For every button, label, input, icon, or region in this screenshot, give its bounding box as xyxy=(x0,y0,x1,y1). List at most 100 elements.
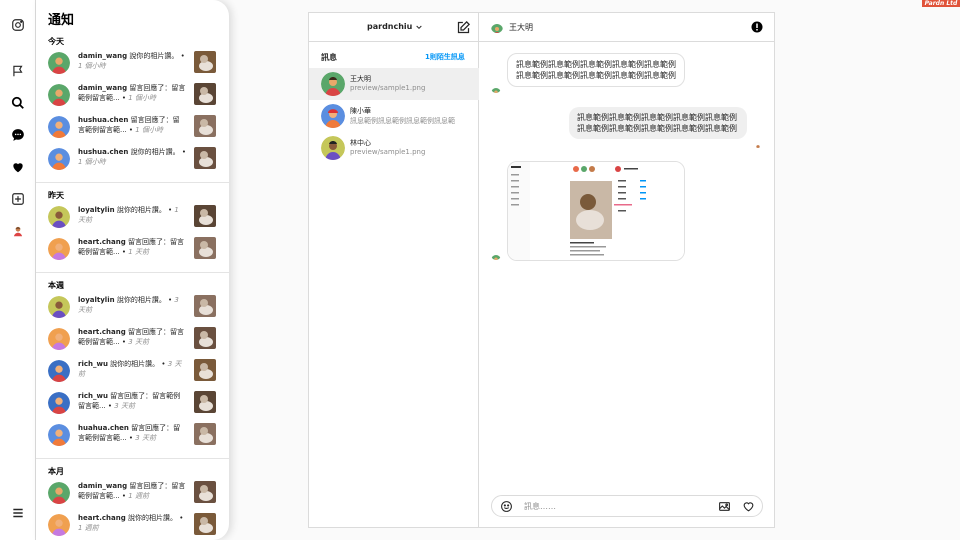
messenger-window: pardnchiu 訊息 1則陌生訊息 王大明 preview/sample1.… xyxy=(308,12,775,528)
heart-icon[interactable] xyxy=(742,500,755,513)
notification-time: 1 週前 xyxy=(128,492,149,500)
notification-text: damin_wang 說你的相片讚。 • 1 個小時 xyxy=(78,52,185,70)
notification-username[interactable]: loyaltylin xyxy=(78,296,115,304)
avatar xyxy=(321,72,345,96)
compose-icon[interactable] xyxy=(456,20,471,35)
notification-username[interactable]: damin_wang xyxy=(78,84,127,92)
image-upload-icon[interactable] xyxy=(718,500,731,513)
notification-username[interactable]: hushua.chen xyxy=(78,148,128,156)
section-divider xyxy=(36,182,229,183)
section-divider xyxy=(36,272,229,273)
conversation-item[interactable]: 陳小華 訊息範例訊息範例訊息範例訊息範 xyxy=(309,100,479,132)
message-input[interactable] xyxy=(524,499,704,513)
screenshot-preview-image xyxy=(508,162,684,260)
post-thumbnail[interactable] xyxy=(194,513,216,535)
notification-time: 1 天前 xyxy=(128,248,149,256)
post-thumbnail[interactable] xyxy=(194,83,216,105)
menu-icon[interactable] xyxy=(9,504,27,522)
post-thumbnail[interactable] xyxy=(194,115,216,137)
notification-text: rich_wu 說你的相片讚。 • 3 天前 xyxy=(78,360,182,378)
notification-item[interactable]: rich_wu 說你的相片讚。 • 3 天前 xyxy=(48,358,218,384)
flag-icon[interactable] xyxy=(9,62,27,80)
search-icon[interactable] xyxy=(9,94,27,112)
account-name: pardnchiu xyxy=(367,22,413,31)
notification-item[interactable]: heart.chang 留言回應了：留言範例留言範... • 3 天前 xyxy=(48,326,218,352)
avatar[interactable] xyxy=(48,296,70,318)
post-thumbnail[interactable] xyxy=(194,295,216,317)
avatar[interactable] xyxy=(48,360,70,382)
notification-item[interactable]: damin_wang 留言回應了：留言範例留言範... • 1 個小時 xyxy=(48,82,218,108)
post-thumbnail[interactable] xyxy=(194,391,216,413)
notification-message: 說你的相片讚。 xyxy=(116,296,166,304)
notification-text: heart.chang 說你的相片讚。 • 1 週前 xyxy=(78,514,184,532)
notification-username[interactable]: huahua.chen xyxy=(78,424,129,432)
avatar[interactable] xyxy=(48,328,70,350)
notification-item[interactable]: hushua.chen 留言回應了：留言範例留言範... • 1 個小時 xyxy=(48,114,218,140)
notification-username[interactable]: rich_wu xyxy=(78,392,108,400)
conversation-name: 林中心 xyxy=(350,139,371,147)
notification-item[interactable]: loyaltylin 說你的相片讚。 • 3 天前 xyxy=(48,294,218,320)
notification-username[interactable]: loyaltylin xyxy=(78,206,115,214)
post-thumbnail[interactable] xyxy=(194,327,216,349)
notifications-section-label: 本週 xyxy=(48,281,64,290)
notification-item[interactable]: hushua.chen 說你的相片讚。 • 1 個小時 xyxy=(48,146,218,172)
post-thumbnail[interactable] xyxy=(194,51,216,73)
notification-username[interactable]: hushua.chen xyxy=(78,116,128,124)
profile-avatar[interactable] xyxy=(9,222,27,240)
notification-text: hushua.chen 留言回應了：留言範例留言範... • 1 個小時 xyxy=(78,116,180,134)
post-thumbnail[interactable] xyxy=(194,237,216,259)
emoji-icon[interactable] xyxy=(500,500,513,513)
notification-time: 1 個小時 xyxy=(78,62,106,70)
avatar[interactable] xyxy=(48,392,70,414)
post-thumbnail[interactable] xyxy=(194,205,216,227)
avatar[interactable] xyxy=(48,238,70,260)
avatar[interactable] xyxy=(48,148,70,170)
info-icon[interactable] xyxy=(751,21,763,33)
image-message[interactable] xyxy=(507,161,685,261)
notification-time: 1 個小時 xyxy=(135,126,163,134)
avatar[interactable] xyxy=(48,116,70,138)
notification-text: loyaltylin 說你的相片讚。 • 1 天前 xyxy=(78,206,179,224)
avatar[interactable] xyxy=(48,482,70,504)
instagram-icon[interactable] xyxy=(9,16,27,34)
notification-message: 說你的相片讚。 xyxy=(130,148,180,156)
add-post-icon[interactable] xyxy=(9,190,27,208)
notification-item[interactable]: damin_wang 留言回應了：留言範例留言範... • 1 週前 xyxy=(48,480,218,506)
chat-partner-name[interactable]: 王大明 xyxy=(509,22,533,33)
heart-icon[interactable] xyxy=(9,158,27,176)
notification-username[interactable]: heart.chang xyxy=(78,328,126,336)
message-composer xyxy=(491,495,763,517)
stranger-requests-link[interactable]: 1則陌生訊息 xyxy=(425,52,465,62)
notification-item[interactable]: heart.chang 留言回應了：留言範例留言範... • 1 天前 xyxy=(48,236,218,262)
avatar[interactable] xyxy=(48,52,70,74)
conversation-header: pardnchiu xyxy=(309,13,479,42)
avatar[interactable] xyxy=(491,21,503,33)
conversation-item[interactable]: 林中心 preview/sample1.png xyxy=(309,132,479,164)
notification-username[interactable]: heart.chang xyxy=(78,238,126,246)
conversation-list: pardnchiu 訊息 1則陌生訊息 王大明 preview/sample1.… xyxy=(309,13,479,527)
notification-item[interactable]: loyaltylin 說你的相片讚。 • 1 天前 xyxy=(48,204,218,230)
notification-username[interactable]: damin_wang xyxy=(78,482,127,490)
avatar[interactable] xyxy=(48,84,70,106)
notification-item[interactable]: heart.chang 說你的相片讚。 • 1 週前 xyxy=(48,512,218,538)
notification-username[interactable]: damin_wang xyxy=(78,52,127,60)
account-switcher[interactable]: pardnchiu xyxy=(367,22,423,31)
avatar[interactable] xyxy=(48,206,70,228)
notification-item[interactable]: damin_wang 說你的相片讚。 • 1 個小時 xyxy=(48,50,218,76)
conversation-item[interactable]: 王大明 preview/sample1.png xyxy=(309,68,479,100)
chat-pane: 王大明 訊息範例訊息範例訊息範例訊息範例訊息範例訊息範例訊息範例訊息範例訊息範例… xyxy=(479,13,775,527)
post-thumbnail[interactable] xyxy=(194,481,216,503)
message-icon[interactable] xyxy=(9,126,27,144)
notification-text: rich_wu 留言回應了：留言範例留言範... • 3 天前 xyxy=(78,392,181,410)
notification-item[interactable]: huahua.chen 留言回應了：留言範例留言範... • 3 天前 xyxy=(48,422,218,448)
notifications-title: 通知 xyxy=(48,13,75,28)
avatar[interactable] xyxy=(48,424,70,446)
post-thumbnail[interactable] xyxy=(194,423,216,445)
post-thumbnail[interactable] xyxy=(194,147,216,169)
notification-username[interactable]: rich_wu xyxy=(78,360,108,368)
notification-username[interactable]: heart.chang xyxy=(78,514,126,522)
chevron-down-icon xyxy=(416,25,423,29)
post-thumbnail[interactable] xyxy=(194,359,216,381)
notification-item[interactable]: rich_wu 留言回應了：留言範例留言範... • 3 天前 xyxy=(48,390,218,416)
avatar[interactable] xyxy=(48,514,70,536)
